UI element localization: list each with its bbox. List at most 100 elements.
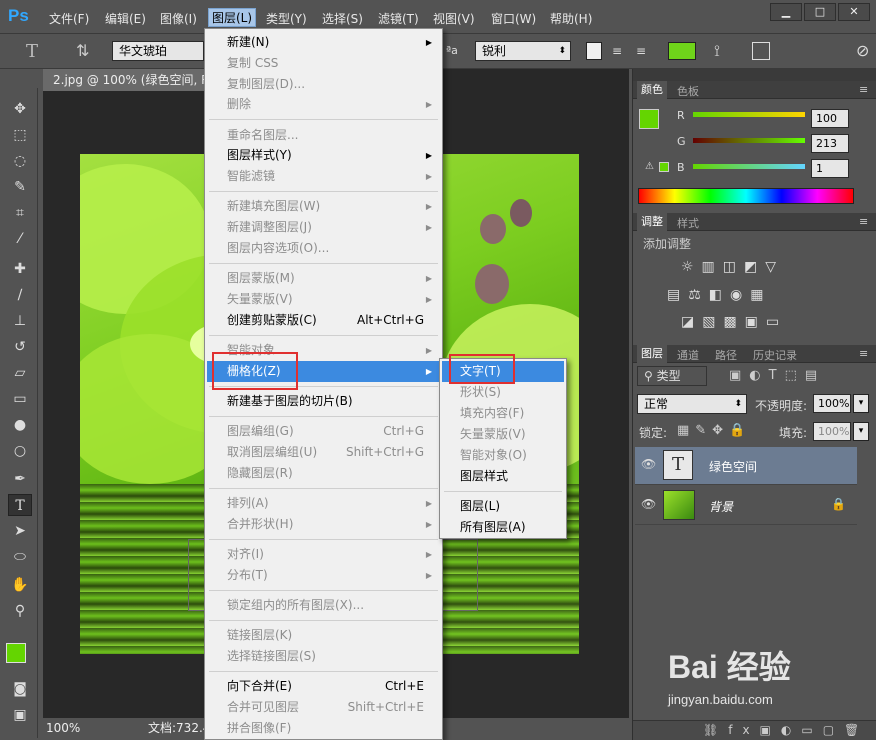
lasso-tool-icon[interactable]: ◌ — [8, 150, 32, 172]
align-right-icon[interactable]: ≡ — [636, 44, 646, 58]
quick-select-tool-icon[interactable]: ✎ — [8, 176, 32, 198]
history-brush-tool-icon[interactable]: ↺ — [8, 336, 32, 358]
brush-tool-icon[interactable]: ∕ — [8, 284, 32, 306]
maximize-button[interactable]: □ — [804, 3, 836, 21]
align-left-icon[interactable] — [586, 42, 602, 60]
menu-item[interactable]: 形状(S) — [442, 382, 564, 403]
crop-tool-icon[interactable]: ⌗ — [8, 202, 32, 224]
menu-file[interactable]: 文件(F) — [49, 10, 89, 27]
quick-mask-icon[interactable]: ◙ — [8, 678, 32, 700]
blur-tool-icon[interactable]: ● — [8, 414, 32, 436]
tab-swatches[interactable]: 色板 — [677, 83, 699, 99]
gamut-warning-icon[interactable]: ⚠ — [645, 161, 654, 172]
menu-item[interactable]: 链接图层(K) — [207, 625, 440, 646]
character-panel-icon[interactable] — [752, 42, 770, 60]
screen-mode-icon[interactable]: ▣ — [8, 704, 32, 726]
menu-type[interactable]: 类型(Y) — [266, 10, 307, 27]
antialias-select[interactable]: 锐利 ⬍ — [475, 41, 571, 61]
menu-item[interactable]: 矢量蒙版(V) — [442, 424, 564, 445]
b-slider[interactable] — [693, 164, 805, 169]
menu-item[interactable]: 图层蒙版(M) ▶ — [207, 268, 440, 289]
menu-item[interactable]: 创建剪贴蒙版(C) Alt+Ctrl+G — [207, 310, 440, 331]
dodge-tool-icon[interactable]: ○ — [8, 440, 32, 462]
tab-color[interactable]: 颜色 — [637, 81, 667, 100]
type-tool-icon[interactable]: T — [8, 494, 32, 516]
menu-view[interactable]: 视图(V) — [433, 10, 475, 27]
menu-item[interactable]: 隐藏图层(R) — [207, 463, 440, 484]
menu-item[interactable]: 新建调整图层(J) ▶ — [207, 217, 440, 238]
layer-footer-icons[interactable]: ⛓fx▣◐▭▢🗑 — [703, 723, 869, 737]
menu-item[interactable]: 取消图层编组(U) Shift+Ctrl+G — [207, 442, 440, 463]
opacity-dropdown-icon[interactable]: ▾ — [853, 394, 869, 413]
tab-paths[interactable]: 路径 — [715, 347, 737, 363]
g-slider[interactable] — [693, 138, 805, 143]
text-orientation-icon[interactable]: ⇅ — [76, 41, 89, 60]
g-value-field[interactable]: 213 — [811, 134, 849, 153]
tab-history[interactable]: 历史记录 — [753, 347, 797, 363]
opacity-field[interactable]: 100% — [813, 394, 851, 413]
minimize-button[interactable]: ▁ — [770, 3, 802, 21]
font-family-select[interactable]: 华文琥珀 — [112, 41, 204, 61]
menu-layer[interactable]: 图层(L) — [208, 8, 257, 27]
foreground-color-swatch[interactable] — [6, 643, 26, 663]
menu-item[interactable]: 对齐(I) ▶ — [207, 544, 440, 565]
web-color-swatch[interactable] — [659, 162, 669, 172]
lock-icons[interactable]: ▦✎✥🔒 — [677, 423, 751, 438]
fill-dropdown-icon[interactable]: ▾ — [853, 422, 869, 441]
menu-item[interactable]: 锁定组内的所有图层(X)... — [207, 595, 440, 616]
text-tool-preset-icon[interactable]: T — [26, 41, 38, 62]
menu-item[interactable]: 排列(A) ▶ — [207, 493, 440, 514]
zoom-level[interactable]: 100% — [46, 718, 80, 738]
ellipse-tool-icon[interactable]: ⬭ — [8, 546, 32, 568]
text-color-swatch[interactable] — [668, 42, 696, 60]
warp-text-icon[interactable]: ⟟ — [714, 41, 720, 61]
menu-item[interactable]: 重命名图层... — [207, 125, 440, 146]
color-spectrum[interactable] — [638, 188, 854, 204]
eye-icon[interactable]: 👁 — [641, 457, 656, 471]
layer-row[interactable]: 👁 T 绿色空间 — [635, 447, 857, 485]
layer-filter-icons[interactable]: ▣◐T⬚▤ — [729, 368, 825, 383]
menu-item[interactable]: 复制图层(D)... — [207, 74, 440, 95]
r-value-field[interactable]: 100 — [811, 109, 849, 128]
layer-row[interactable]: 👁 背景 🔒 — [635, 487, 857, 525]
menu-item[interactable]: 新建(N) ▶ — [207, 32, 440, 53]
eyedropper-tool-icon[interactable]: ⁄ — [8, 228, 32, 250]
menu-item[interactable]: 新建基于图层的切片(B) — [207, 391, 440, 412]
menu-filter[interactable]: 滤镜(T) — [378, 10, 419, 27]
menu-item[interactable]: 图层样式 — [442, 466, 564, 487]
eraser-tool-icon[interactable]: ▱ — [8, 362, 32, 384]
b-value-field[interactable]: 1 — [811, 159, 849, 178]
menu-item[interactable]: 分布(T) ▶ — [207, 565, 440, 586]
panel-menu-icon[interactable]: ≡ — [859, 347, 868, 360]
menu-item[interactable]: 智能对象(O) — [442, 445, 564, 466]
menu-select[interactable]: 选择(S) — [322, 10, 363, 27]
menu-help[interactable]: 帮助(H) — [550, 10, 592, 27]
eye-icon[interactable]: 👁 — [641, 497, 656, 511]
layer-name[interactable]: 背景 — [709, 498, 733, 515]
menu-item[interactable]: 选择链接图层(S) — [207, 646, 440, 667]
menu-item[interactable]: 拼合图像(F) — [207, 718, 440, 739]
blend-mode-select[interactable]: 正常 ⬍ — [637, 394, 747, 414]
move-tool-icon[interactable]: ✥ — [8, 98, 32, 120]
menu-item[interactable]: 删除 ▶ — [207, 94, 440, 115]
path-select-tool-icon[interactable]: ➤ — [8, 520, 32, 542]
fill-field[interactable]: 100% — [813, 422, 851, 441]
panel-menu-icon[interactable]: ≡ — [859, 83, 868, 96]
tab-styles[interactable]: 样式 — [677, 215, 699, 231]
marquee-tool-icon[interactable]: ⬚ — [8, 124, 32, 146]
r-slider[interactable] — [693, 112, 805, 117]
pen-tool-icon[interactable]: ✒ — [8, 468, 32, 490]
menu-item[interactable]: 图层内容选项(O)... — [207, 238, 440, 259]
menu-item[interactable]: 图层编组(G) Ctrl+G — [207, 421, 440, 442]
adjustment-icons-row3[interactable]: ◪▧▩▣▭ — [681, 314, 787, 330]
tab-layers[interactable]: 图层 — [637, 345, 667, 364]
tab-adjustments[interactable]: 调整 — [637, 213, 667, 232]
align-center-icon[interactable]: ≡ — [612, 44, 622, 58]
panel-menu-icon[interactable]: ≡ — [859, 215, 868, 228]
menu-window[interactable]: 窗口(W) — [491, 10, 536, 27]
menu-image[interactable]: 图像(I) — [160, 10, 197, 27]
layer-filter-select[interactable]: ⚲ 类型 — [637, 366, 707, 386]
adjustment-icons-row2[interactable]: ▤⚖◧◉▦ — [667, 287, 771, 303]
menu-item[interactable]: 图层样式(Y) ▶ — [207, 145, 440, 166]
menu-item[interactable]: 图层(L) — [442, 496, 564, 517]
